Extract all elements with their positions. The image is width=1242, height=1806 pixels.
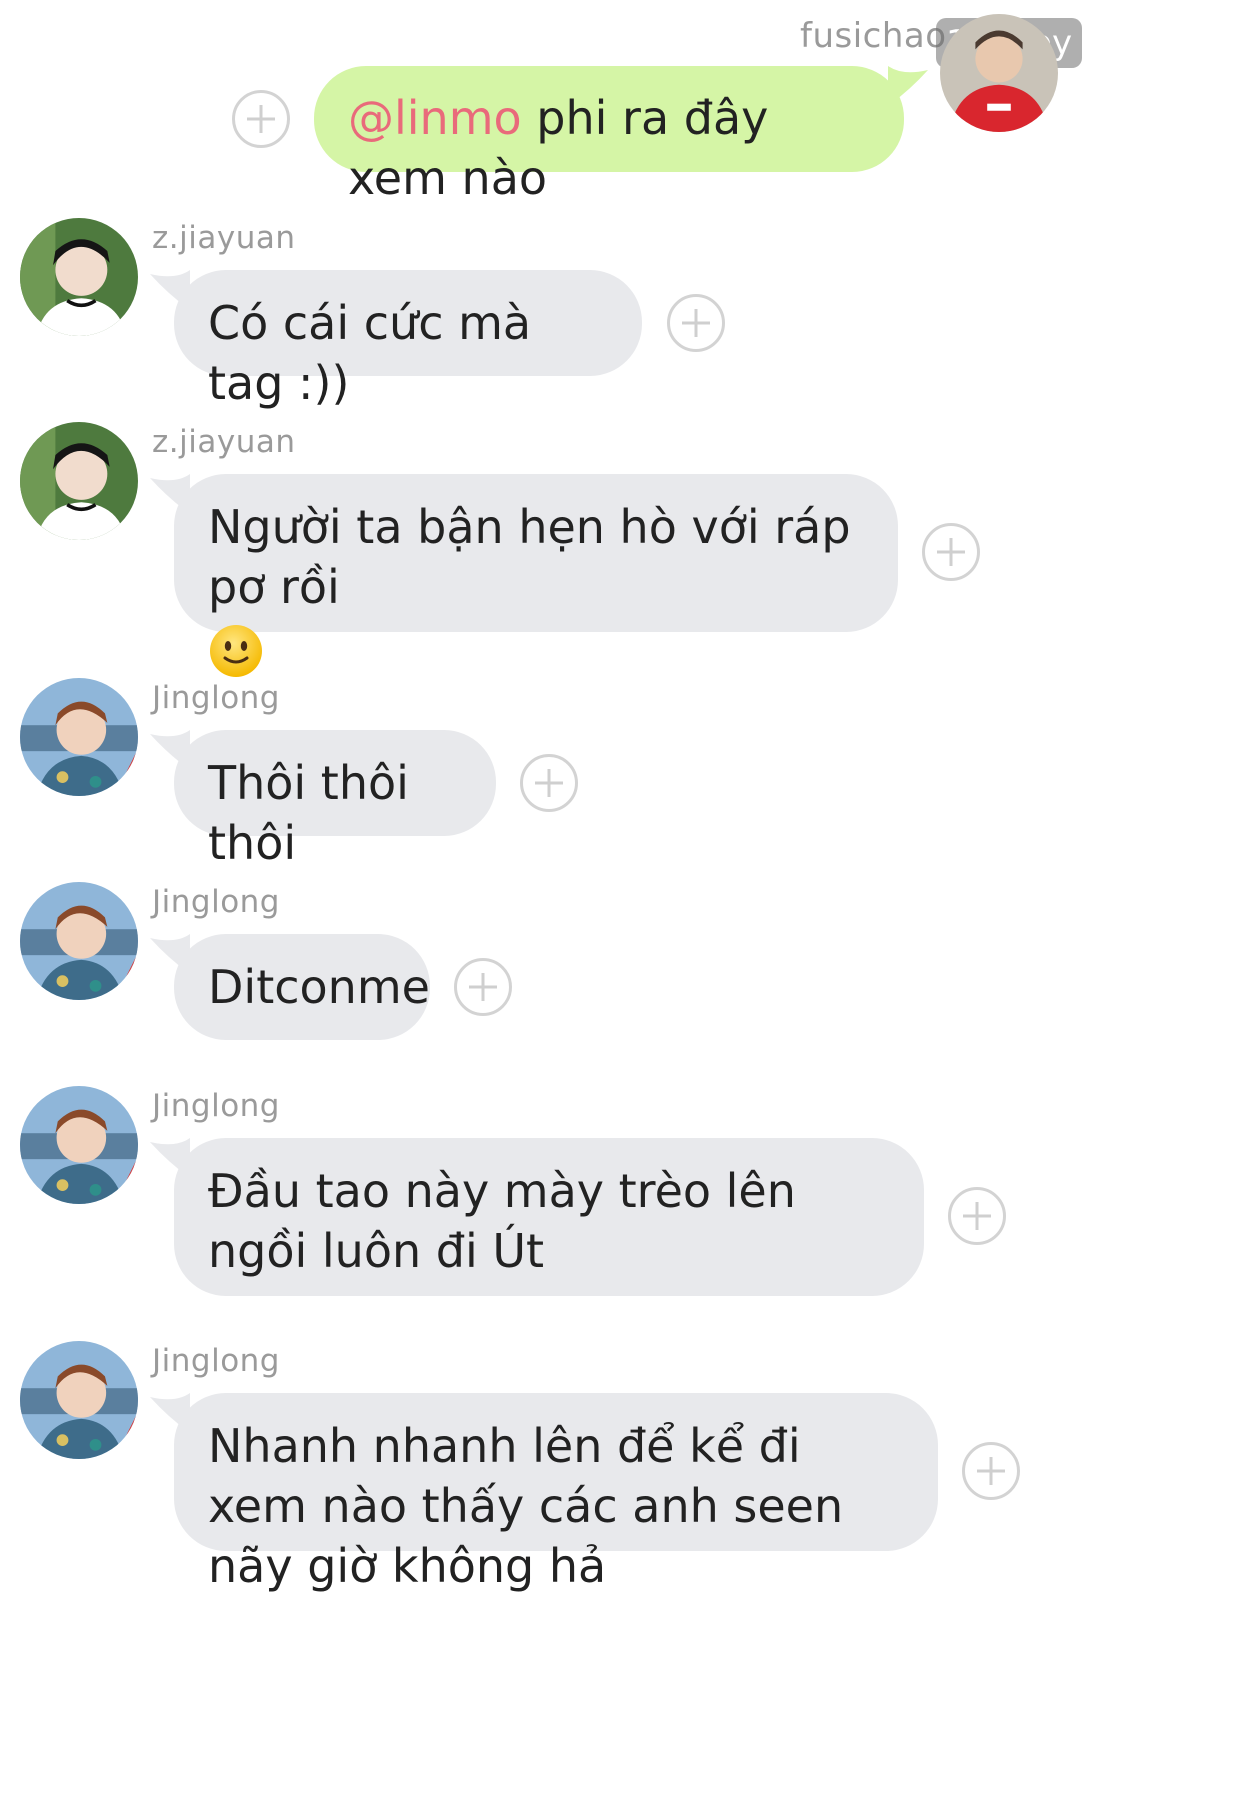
add-reaction-button[interactable] [520,754,578,812]
avatar-jinglong[interactable] [20,1086,138,1204]
message-text: Thôi thôi thôi [208,756,409,870]
message-sender-name: z.jiayuan [152,220,296,256]
add-reaction-button[interactable] [962,1442,1020,1500]
message-bubble[interactable]: Nhanh nhanh lên để kể đi xem nào thấy cá… [174,1393,938,1593]
message-sender-name: Jinglong [152,884,280,920]
add-reaction-button[interactable] [948,1187,1006,1245]
add-reaction-button[interactable] [232,90,290,148]
message-bubble[interactable]: Thôi thôi thôi [174,730,496,870]
avatar-jinglong[interactable] [20,1341,138,1459]
message-sender-name: Jinglong [152,1343,280,1379]
mention-link[interactable]: @linmo [348,91,522,145]
message-text: Nhanh nhanh lên để kể đi xem nào thấy cá… [208,1419,844,1593]
message-sender-name: z.jiayuan [152,424,296,460]
avatar-jinglong[interactable] [20,882,138,1000]
message-text: Đầu tao này mày trèo lên ngồi luôn đi Út [208,1164,796,1278]
message-text: Người ta bận hẹn hò với ráp pơ rồi [208,500,851,614]
message-sender-name: Jinglong [152,1088,280,1124]
slightly-smiling-face-icon [208,623,264,679]
add-reaction-button[interactable] [454,958,512,1016]
message-bubble[interactable]: Có cái cức mà tag :)) [174,270,642,410]
message-text: Ditconme [208,960,430,1014]
avatar-zjiayuan[interactable] [20,422,138,540]
self-message-bubble[interactable]: @linmo phi ra đây xem nào [314,66,904,205]
message-sender-name: Jinglong [152,680,280,716]
message-bubble[interactable]: Đầu tao này mày trèo lên ngồi luôn đi Út [174,1138,924,1296]
add-reaction-button[interactable] [667,294,725,352]
avatar-zjiayuan[interactable] [20,218,138,336]
self-avatar[interactable] [940,14,1058,132]
message-bubble[interactable]: Người ta bận hẹn hò với ráp pơ rồi [174,474,898,677]
self-sender-name: fusichao [800,16,947,56]
message-text: Có cái cức mà tag :)) [208,296,532,410]
add-reaction-button[interactable] [922,523,980,581]
message-bubble[interactable]: Ditconme [174,934,430,1040]
avatar-jinglong[interactable] [20,678,138,796]
